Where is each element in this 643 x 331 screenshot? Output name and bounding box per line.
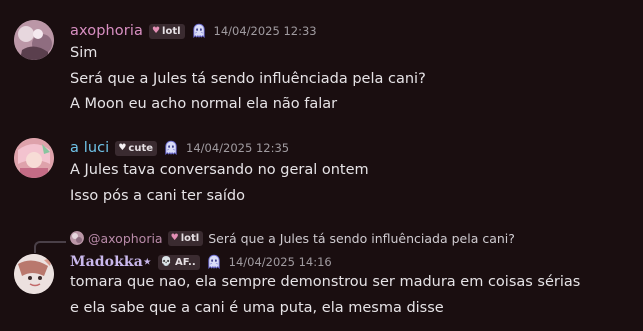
- reply-user-tag-label: lotl: [180, 232, 200, 244]
- message-text: A Jules tava conversando no geral ontem: [70, 162, 369, 178]
- message-text: tomara que nao, ela sempre demonstrou se…: [70, 274, 581, 290]
- avatar[interactable]: [14, 254, 54, 294]
- message-text: A Moon eu acho normal ela não falar: [70, 96, 338, 112]
- reply-connector: [34, 241, 66, 253]
- heart-icon: ♥: [118, 143, 127, 153]
- user-tag[interactable]: 💀 AF..: [157, 254, 200, 270]
- reply-user-tag: ♥ lotl: [167, 230, 204, 246]
- avatar[interactable]: [14, 138, 54, 178]
- username[interactable]: Madokka⋆: [70, 254, 152, 270]
- message-text: Sim: [70, 45, 98, 61]
- user-tag-label: cute: [128, 142, 154, 154]
- avatar[interactable]: [14, 20, 54, 60]
- ghost-icon[interactable]: [191, 23, 207, 39]
- heart-icon: ♥: [151, 26, 161, 36]
- timestamp[interactable]: 14/04/2025 12:33: [214, 24, 317, 38]
- reply-avatar: [70, 231, 84, 245]
- timestamp[interactable]: 14/04/2025 14:16: [229, 255, 332, 269]
- message-header: a luci ♥ cute 14/04/2025 12:35: [70, 139, 289, 157]
- user-tag[interactable]: ♥ lotl: [148, 23, 185, 39]
- user-tag[interactable]: ♥ cute: [115, 140, 158, 156]
- ghost-icon[interactable]: [206, 254, 222, 270]
- timestamp[interactable]: 14/04/2025 12:35: [186, 141, 289, 155]
- reply-author[interactable]: @axophoria: [88, 231, 163, 246]
- user-tag-label: AF..: [174, 256, 196, 268]
- reply-text: Será que a Jules tá sendo influênciada p…: [208, 230, 515, 246]
- ghost-icon[interactable]: [163, 140, 179, 156]
- username[interactable]: axophoria: [70, 23, 143, 39]
- message-header: Madokka⋆ 💀 AF.. 14/04/2025 14:16: [70, 253, 332, 271]
- username[interactable]: a luci: [70, 140, 109, 156]
- message-header: axophoria ♥ lotl 14/04/2025 12:33: [70, 22, 317, 40]
- reply-preview[interactable]: @axophoria ♥ lotl Será que a Jules tá sen…: [70, 230, 515, 246]
- message-text: e ela sabe que a cani é uma puta, ela me…: [70, 300, 444, 316]
- user-tag-label: lotl: [162, 25, 181, 37]
- message-text: Será que a Jules tá sendo influênciada p…: [70, 71, 426, 87]
- message-text: Isso pós a cani ter saído: [70, 188, 246, 204]
- heart-icon: ♥: [170, 233, 179, 243]
- skull-icon: 💀: [160, 257, 172, 267]
